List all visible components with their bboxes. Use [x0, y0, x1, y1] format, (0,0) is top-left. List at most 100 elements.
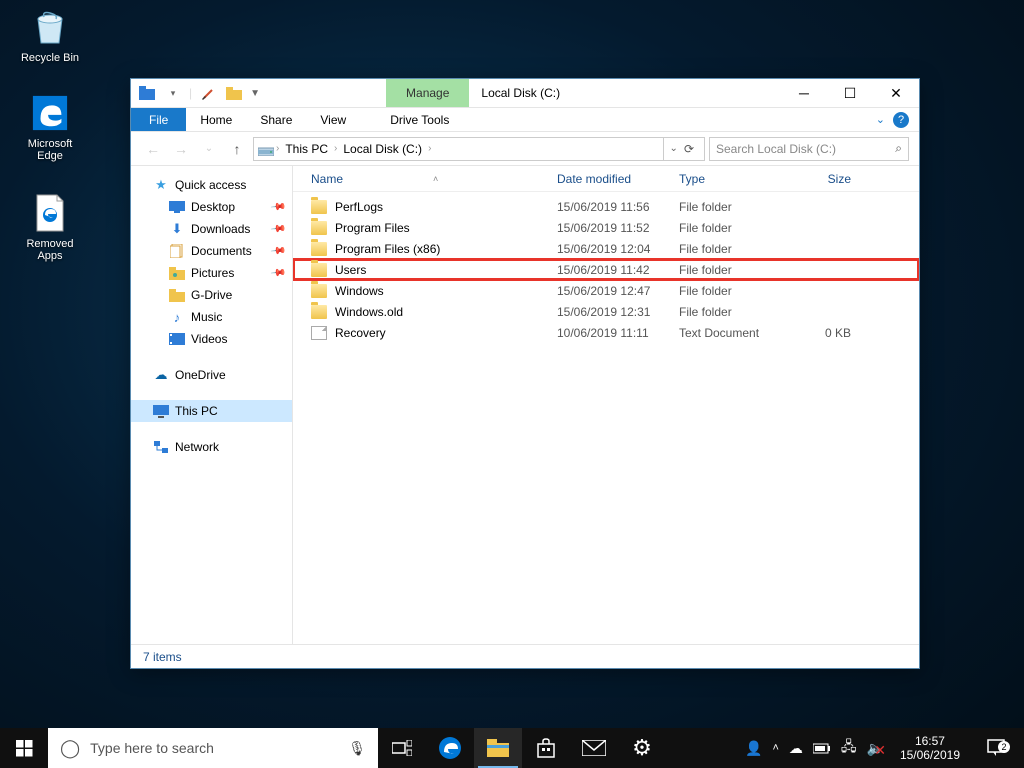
- qat-dropdown-icon[interactable]: ▾: [163, 83, 183, 103]
- onedrive-tray-icon[interactable]: ☁: [789, 740, 803, 757]
- desktop-icon-removed-apps[interactable]: Removed Apps: [12, 192, 88, 262]
- close-button[interactable]: ✕: [873, 79, 919, 107]
- column-headers[interactable]: Name ˄ Date modified Type Size: [293, 166, 919, 192]
- file-row[interactable]: Program Files (x86)15/06/2019 12:04File …: [293, 238, 919, 259]
- qat-overflow-icon[interactable]: ▼: [250, 88, 260, 99]
- nav-documents[interactable]: Documents📌: [131, 240, 292, 262]
- ribbon-tab-view[interactable]: View: [306, 108, 360, 131]
- taskbar-explorer[interactable]: [474, 728, 522, 768]
- refresh-icon[interactable]: ⟳: [684, 142, 694, 156]
- column-type[interactable]: Type: [679, 172, 791, 186]
- nav-videos[interactable]: Videos: [131, 328, 292, 350]
- cloud-icon: ☁: [153, 367, 169, 383]
- sort-indicator-icon: ˄: [433, 174, 438, 184]
- search-input[interactable]: Search Local Disk (C:) ⌕: [709, 137, 909, 161]
- breadcrumb-this-pc[interactable]: This PC: [281, 142, 332, 156]
- nav-pictures[interactable]: Pictures📌: [131, 262, 292, 284]
- nav-up-button[interactable]: ↑: [225, 137, 249, 161]
- file-row[interactable]: Windows15/06/2019 12:47File folder: [293, 280, 919, 301]
- nav-back-button[interactable]: ←: [141, 137, 165, 161]
- file-row[interactable]: Users15/06/2019 11:42File folder: [293, 259, 919, 280]
- task-view-button[interactable]: [378, 728, 426, 768]
- file-row[interactable]: Program Files15/06/2019 11:52File folder: [293, 217, 919, 238]
- folder-icon: [311, 263, 327, 277]
- desktop-icon-edge[interactable]: Microsoft Edge: [12, 92, 88, 162]
- nav-this-pc[interactable]: This PC: [131, 400, 292, 422]
- desktop-icon-recycle-bin[interactable]: Recycle Bin: [12, 6, 88, 64]
- nav-gdrive[interactable]: G-Drive: [131, 284, 292, 306]
- gear-icon: ⚙: [632, 735, 652, 761]
- explorer-app-icon: [137, 83, 157, 103]
- document-icon: [29, 192, 71, 234]
- volume-icon[interactable]: 🔈✕: [867, 740, 884, 757]
- nav-desktop[interactable]: Desktop📌: [131, 196, 292, 218]
- desktop-icon: [169, 199, 185, 215]
- microphone-icon[interactable]: 🎙: [348, 740, 366, 757]
- people-icon[interactable]: 👤: [745, 740, 762, 757]
- ribbon-tab-share[interactable]: Share: [246, 108, 306, 131]
- taskbar-mail[interactable]: [570, 728, 618, 768]
- file-date: 10/06/2019 11:11: [557, 326, 679, 340]
- pin-icon: 📌: [269, 199, 286, 215]
- chevron-right-icon[interactable]: ›: [276, 143, 279, 154]
- column-name[interactable]: Name: [311, 172, 343, 186]
- file-type: File folder: [679, 305, 791, 319]
- star-icon: ★: [153, 177, 169, 193]
- cortana-icon: ◯: [60, 738, 80, 759]
- column-size[interactable]: Size: [791, 172, 851, 186]
- action-center-button[interactable]: 2: [976, 739, 1016, 757]
- nav-quick-access[interactable]: ★ Quick access: [131, 174, 292, 196]
- search-icon[interactable]: ⌕: [895, 141, 902, 156]
- tray-overflow-icon[interactable]: ˄: [772, 742, 778, 754]
- file-list-pane: Name ˄ Date modified Type Size PerfLogs15…: [293, 166, 919, 644]
- maximize-button[interactable]: ☐: [827, 79, 873, 107]
- breadcrumb-local-disk[interactable]: Local Disk (C:): [339, 142, 426, 156]
- start-button[interactable]: [0, 728, 48, 768]
- chevron-right-icon[interactable]: ›: [428, 143, 431, 154]
- nav-music[interactable]: ♪Music: [131, 306, 292, 328]
- address-dropdown-icon[interactable]: ⌄: [670, 143, 684, 154]
- ribbon-expand-icon[interactable]: ⌄: [876, 113, 885, 126]
- battery-icon[interactable]: [813, 743, 831, 754]
- nav-recent-dropdown[interactable]: ⌄: [197, 137, 221, 161]
- ribbon-tab-home[interactable]: Home: [186, 108, 246, 131]
- titlebar[interactable]: ▾ | ▼ Manage Local Disk (C:) ─ ☐ ✕: [131, 79, 919, 108]
- address-bar[interactable]: › This PC › Local Disk (C:) › ⌄ ⟳: [253, 137, 705, 161]
- download-icon: ⬇: [169, 221, 185, 237]
- file-icon: [311, 326, 327, 340]
- file-type: File folder: [679, 284, 791, 298]
- file-row[interactable]: PerfLogs15/06/2019 11:56File folder: [293, 196, 919, 217]
- taskbar-edge[interactable]: [426, 728, 474, 768]
- manage-contextual-tab[interactable]: Manage: [386, 79, 469, 107]
- taskbar-settings[interactable]: ⚙: [618, 728, 666, 768]
- file-date: 15/06/2019 12:04: [557, 242, 679, 256]
- ribbon-tab-file[interactable]: File: [131, 108, 186, 131]
- nav-forward-button[interactable]: →: [169, 137, 193, 161]
- network-tray-icon[interactable]: 🖧: [841, 736, 857, 760]
- chevron-right-icon[interactable]: ›: [334, 143, 337, 154]
- ribbon-tab-drive-tools[interactable]: Drive Tools: [376, 108, 463, 131]
- file-type: File folder: [679, 242, 791, 256]
- file-row[interactable]: Recovery10/06/2019 11:11Text Document0 K…: [293, 322, 919, 343]
- file-name: Windows.old: [335, 305, 557, 319]
- qat-properties-icon[interactable]: [198, 83, 218, 103]
- nav-network[interactable]: Network: [131, 436, 292, 458]
- taskbar-search-input[interactable]: ◯ Type here to search 🎙: [48, 728, 378, 768]
- file-date: 15/06/2019 12:31: [557, 305, 679, 319]
- minimize-button[interactable]: ─: [781, 79, 827, 107]
- qat-folder-icon[interactable]: [224, 83, 244, 103]
- pin-icon: 📌: [269, 221, 286, 237]
- nav-downloads[interactable]: ⬇Downloads📌: [131, 218, 292, 240]
- file-row[interactable]: Windows.old15/06/2019 12:31File folder: [293, 301, 919, 322]
- folder-icon: [311, 200, 327, 214]
- ribbon: File Home Share View Drive Tools ⌄ ?: [131, 108, 919, 132]
- windows-logo-icon: [16, 740, 33, 757]
- file-name: Users: [335, 263, 557, 277]
- nav-onedrive[interactable]: ☁OneDrive: [131, 364, 292, 386]
- column-date[interactable]: Date modified: [557, 172, 679, 186]
- pin-icon: 📌: [269, 243, 286, 259]
- taskbar-store[interactable]: [522, 728, 570, 768]
- help-icon[interactable]: ?: [893, 112, 909, 128]
- clock[interactable]: 16:57 15/06/2019: [894, 734, 966, 763]
- file-date: 15/06/2019 12:47: [557, 284, 679, 298]
